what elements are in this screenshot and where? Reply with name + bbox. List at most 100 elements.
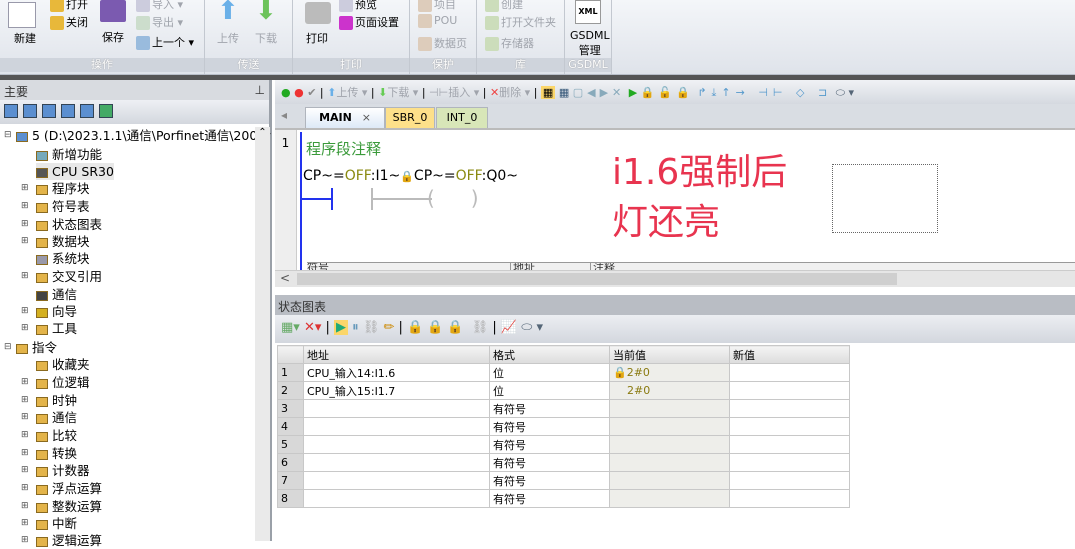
format-cell[interactable]: 位 (489, 363, 610, 382)
memory-button[interactable]: 存储器 (485, 35, 534, 51)
new-value-cell[interactable] (729, 381, 850, 400)
table-row[interactable]: 6 有符号 (277, 453, 850, 472)
new-value-cell[interactable] (729, 363, 850, 382)
tree-expander-icon[interactable]: ⊞ (21, 448, 29, 458)
table-icon[interactable] (23, 104, 37, 118)
read-all-forced-icon[interactable]: ⛓ (472, 320, 489, 335)
tab-int0[interactable]: INT_0 (436, 107, 488, 128)
close-button[interactable]: 关闭 (50, 14, 88, 30)
new-value-cell[interactable] (729, 435, 850, 454)
coil[interactable]: () (427, 186, 515, 210)
tree-item[interactable]: 工具 (36, 320, 77, 337)
gsdml-manage-button[interactable]: GSDML 管理 (570, 28, 610, 58)
network-icon[interactable] (99, 104, 113, 118)
import-button[interactable]: 导入 ▾ (136, 0, 183, 12)
table-row[interactable]: 8 有符号 (277, 489, 850, 508)
tree-item[interactable]: 收藏夹 (36, 356, 90, 373)
chart-status-icon[interactable]: ▶ (334, 320, 349, 335)
add-row-icon[interactable]: ▦▾ (281, 320, 300, 335)
tree-expander-icon[interactable]: ⊞ (21, 430, 29, 440)
delete-button[interactable]: ✕删除 ▾ (490, 86, 530, 99)
download-button[interactable]: 下载 (255, 30, 277, 46)
goto-icon[interactable]: ▶ (629, 86, 637, 99)
chart-status-icon[interactable]: ▦ (559, 86, 569, 99)
tree-expander-icon[interactable]: ⊞ (21, 306, 29, 316)
tree-expander-icon[interactable]: ⊞ (21, 236, 29, 246)
print-button[interactable]: 打印 (306, 30, 328, 46)
tree-item[interactable]: 符号表 (36, 198, 90, 215)
create-button[interactable]: 创建 (485, 0, 523, 12)
address-cell[interactable] (303, 435, 490, 454)
table-row[interactable]: 5 有符号 (277, 435, 850, 454)
data-page-button[interactable]: 数据页 (418, 35, 467, 51)
data-icon[interactable] (61, 104, 75, 118)
tab-sbr0[interactable]: SBR_0 (385, 107, 435, 128)
open-folder-button[interactable]: 打开文件夹 (485, 14, 556, 30)
table-row[interactable]: 1 CPU_输入14:I1.6 位 🔒2#0 (277, 363, 850, 382)
editor-horizontal-scrollbar[interactable]: < (275, 270, 1075, 287)
tree-item[interactable]: 向导 (36, 303, 77, 320)
tree-item[interactable]: 指令 (16, 339, 57, 356)
force-icons[interactable]: 🔒🔒🔒 (407, 320, 468, 335)
preview-button[interactable]: 预览 (339, 0, 377, 12)
tree-expander-icon[interactable]: ⊞ (21, 219, 29, 229)
tree-item[interactable]: 计数器 (36, 462, 90, 479)
tree-expander-icon[interactable]: ⊟ (4, 342, 12, 352)
bookmark-icons[interactable]: ▢◀▶✕ (573, 86, 626, 99)
project-button[interactable]: 项目 (418, 0, 456, 12)
contact[interactable] (331, 188, 333, 210)
delete-row-icon[interactable]: ✕▾ (304, 320, 321, 335)
new-value-cell[interactable] (729, 489, 850, 508)
new-value-cell[interactable] (729, 471, 850, 490)
tree-item[interactable]: 位逻辑 (36, 374, 90, 391)
tree-expander-icon[interactable]: ⊞ (21, 183, 29, 193)
tree-expander-icon[interactable]: ⊞ (21, 465, 29, 475)
new-value-cell[interactable] (729, 453, 850, 472)
tree-item[interactable]: CPU SR30 (36, 163, 114, 180)
format-cell[interactable]: 位 (489, 381, 610, 400)
address-cell[interactable] (303, 471, 490, 490)
tree-expander-icon[interactable]: ⊞ (21, 518, 29, 528)
tree-item[interactable]: 程序块 (36, 180, 90, 197)
tree-expander-icon[interactable]: ⊟ (4, 130, 12, 140)
export-button[interactable]: 导出 ▾ (136, 14, 183, 30)
format-cell[interactable]: 有符号 (489, 471, 610, 490)
trend-icon[interactable]: 📈 (501, 320, 517, 335)
tree-item[interactable]: 数据块 (36, 233, 90, 250)
address-cell[interactable] (303, 489, 490, 508)
tree-item[interactable]: 状态图表 (36, 216, 102, 233)
address-cell[interactable] (303, 417, 490, 436)
force-lock-icons[interactable]: 🔒🔓🔒 (641, 86, 694, 99)
tree-expander-icon[interactable]: ⊞ (21, 377, 29, 387)
upload-button[interactable]: 上传 (217, 30, 239, 46)
tab-main[interactable]: MAIN × (305, 107, 385, 128)
tree-expander-icon[interactable]: ⊞ (21, 201, 29, 211)
pou-button[interactable]: POU (418, 14, 457, 28)
address-cell[interactable]: CPU_输入15:I1.7 (303, 381, 490, 400)
tree-expander-icon[interactable]: ⊞ (21, 271, 29, 281)
tree-item[interactable]: 系统块 (36, 250, 90, 267)
download-tool-button[interactable]: ⬇下载 ▾ (378, 86, 418, 99)
tree-item[interactable]: 浮点运算 (36, 480, 102, 497)
program-status-icon[interactable]: ▦ (540, 86, 556, 99)
tree-expander-icon[interactable]: ⊞ (21, 323, 29, 333)
tree-item[interactable]: 整数运算 (36, 498, 102, 515)
tree-expander-icon[interactable]: ⊞ (21, 483, 29, 493)
tree-item[interactable]: 通信 (36, 409, 77, 426)
format-cell[interactable]: 有符号 (489, 417, 610, 436)
tree-item[interactable]: 交叉引用 (36, 268, 102, 285)
pause-icon[interactable]: ⏸ (352, 320, 359, 335)
sidebar-scrollbar[interactable]: ⌃ (255, 127, 270, 541)
table-row[interactable]: 2 CPU_输入15:I1.7 位 2#0 (277, 381, 850, 400)
page-icon[interactable] (42, 104, 56, 118)
table-row[interactable]: 4 有符号 (277, 417, 850, 436)
compile-icon[interactable]: ✔ (307, 86, 316, 99)
pin-icon[interactable]: ⊥ (255, 83, 265, 97)
tree-item[interactable]: 5 (D:\2023.1.1\通信\Porfinet通信\200Sr (16, 127, 270, 144)
tree-item[interactable]: 新增功能 (36, 146, 102, 163)
tree-item[interactable]: 中断 (36, 515, 77, 532)
previous-button[interactable]: 上一个 ▾ (136, 34, 194, 50)
run-icon[interactable]: ● (281, 86, 291, 99)
write-icon[interactable]: ✏ (383, 320, 394, 335)
format-cell[interactable]: 有符号 (489, 489, 610, 508)
